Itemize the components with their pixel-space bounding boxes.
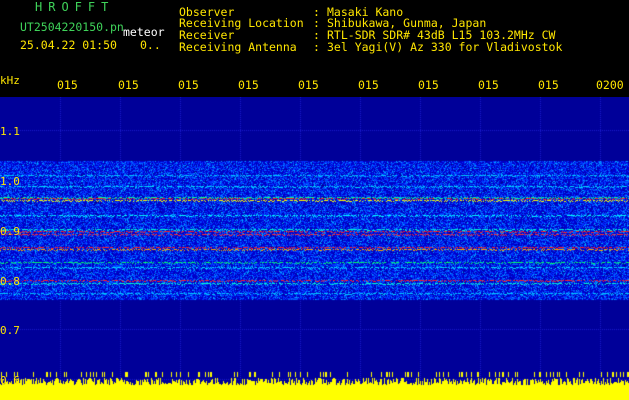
- meteor-count: 0..: [140, 38, 161, 52]
- freq-tick-label: 0.8: [0, 275, 20, 288]
- freq-tick-label: 0.9: [0, 225, 20, 238]
- freq-tick-label: 1.0: [0, 175, 20, 188]
- antenna-label: Receiving Antenna: [179, 40, 297, 54]
- time-tick-label: 015: [57, 78, 78, 92]
- freq-tick-label: 0.6: [0, 374, 20, 387]
- file-name: UT2504220150.pn: [20, 20, 124, 34]
- file-tag: meteor: [123, 25, 165, 39]
- spectrogram-plot: [0, 97, 629, 400]
- time-tick-label: 015: [358, 78, 379, 92]
- time-tick-label: 0200: [596, 78, 624, 92]
- antenna-colon: :: [313, 40, 320, 54]
- freq-tick-label: 0.7: [0, 324, 20, 337]
- time-tick-label: 015: [478, 78, 499, 92]
- frequency-unit-label: kHz: [0, 74, 20, 87]
- time-tick-label: 015: [538, 78, 559, 92]
- time-tick-label: 015: [118, 78, 139, 92]
- hroffft-brand: HROFFT: [35, 0, 115, 14]
- time-tick-label: 015: [298, 78, 319, 92]
- spectrogram-canvas: [0, 97, 629, 400]
- time-tick-label: 015: [238, 78, 259, 92]
- time-tick-label: 015: [418, 78, 439, 92]
- time-tick-label: 015: [178, 78, 199, 92]
- freq-tick-label: 1.1: [0, 125, 20, 138]
- date-time: 25.04.22 01:50: [20, 38, 117, 52]
- antenna-value: 3el Yagi(V) Az 330 for Vladivostok: [327, 40, 563, 54]
